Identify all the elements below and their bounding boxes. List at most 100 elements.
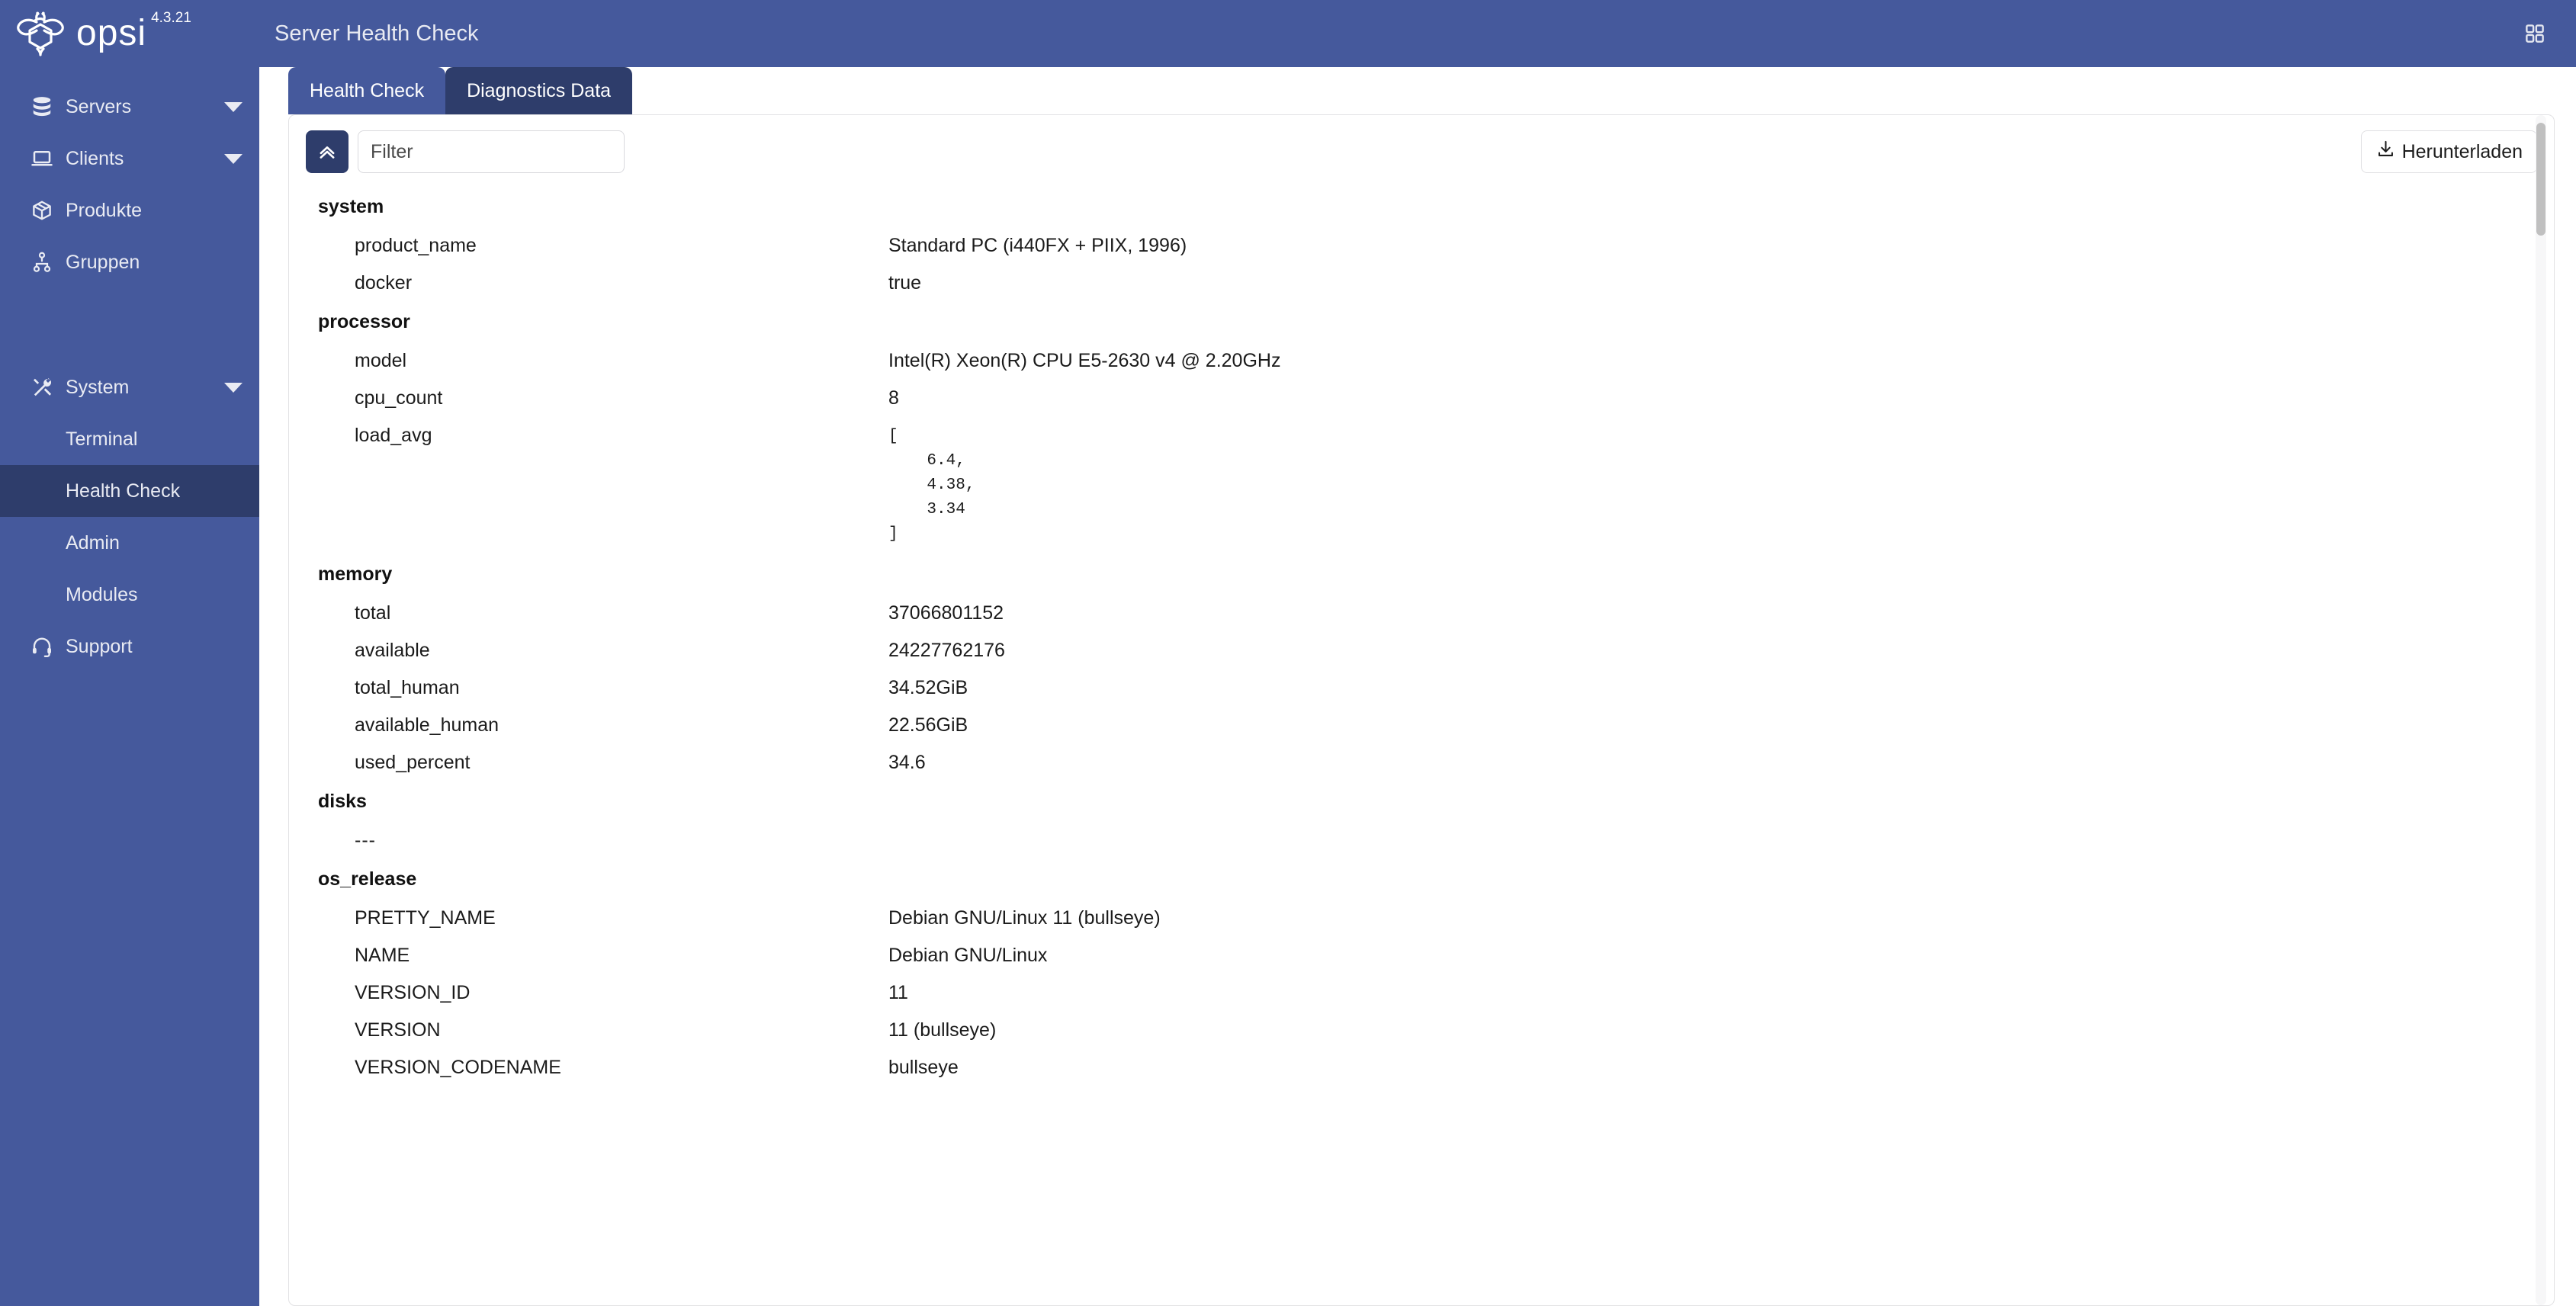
diagnostics-value: [ 6.4, 4.38, 3.34 ] xyxy=(888,428,975,543)
sidebar-item-clients[interactable]: Clients xyxy=(0,133,259,185)
diagnostics-key: available xyxy=(355,639,430,661)
sidebar-item-label: Servers xyxy=(66,95,132,117)
diagnostics-key: PRETTY_NAME xyxy=(355,906,496,929)
diagnostics-group-header: system xyxy=(318,196,384,217)
chevron-down-icon[interactable] xyxy=(224,382,243,393)
diagnostics-value: 22.56GiB xyxy=(888,714,968,736)
diagnostics-group-header: disks xyxy=(318,790,367,812)
diagnostics-row: total_human 34.52GiB xyxy=(306,669,2508,707)
bee-hexagon-logo-icon xyxy=(15,11,67,56)
diagnostics-value: 11 xyxy=(888,981,908,1003)
vertical-scrollbar-track[interactable] xyxy=(2536,115,2546,1305)
grid-apps-icon[interactable] xyxy=(2518,17,2552,50)
chevron-down-icon[interactable] xyxy=(224,153,243,164)
sidebar-item-label: Modules xyxy=(66,583,138,605)
diagnostics-row: total 37066801152 xyxy=(306,595,2508,632)
download-icon xyxy=(2375,139,2396,165)
vertical-scrollbar-thumb[interactable] xyxy=(2536,123,2545,236)
sidebar-nav: Servers Clients Produkte Gruppen System … xyxy=(0,67,259,1306)
diagnostics-row: model Intel(R) Xeon(R) CPU E5-2630 v4 @ 2… xyxy=(306,342,2508,380)
sitemap-icon xyxy=(29,249,55,275)
page-title: Server Health Check xyxy=(275,21,479,46)
sidebar-item-produkte[interactable]: Produkte xyxy=(0,185,259,236)
diagnostics-key: docker xyxy=(355,272,413,294)
sidebar-item-label: Support xyxy=(66,635,133,657)
tab-diagnostics-data[interactable]: Diagnostics Data xyxy=(445,67,633,114)
sidebar-item-label: Gruppen xyxy=(66,251,140,273)
filter-input[interactable] xyxy=(358,130,625,173)
diagnostics-key: VERSION_CODENAME xyxy=(355,1056,561,1078)
diagnostics-row: available 24227762176 xyxy=(306,632,2508,669)
download-button[interactable]: Herunterladen xyxy=(2360,130,2537,173)
diagnostics-key: load_avg xyxy=(355,425,432,446)
sidebar-item-label: System xyxy=(66,376,130,398)
diagnostics-key: cpu_count xyxy=(355,387,443,409)
panel-toolbar: Herunterladen xyxy=(289,115,2554,173)
diagnostics-key: used_percent xyxy=(355,751,471,773)
diagnostics-value: 24227762176 xyxy=(888,639,1005,661)
diagnostics-value: bullseye xyxy=(888,1056,959,1078)
diagnostics-value: Debian GNU/Linux 11 (bullseye) xyxy=(888,906,1161,929)
sidebar-item-label: Admin xyxy=(66,531,120,554)
chevron-down-icon[interactable] xyxy=(224,101,243,112)
diagnostics-key: VERSION_ID xyxy=(355,981,471,1003)
diagnostics-key: total xyxy=(355,602,391,624)
sidebar-item-terminal[interactable]: Terminal xyxy=(0,413,259,465)
diagnostics-value: Debian GNU/Linux xyxy=(888,944,1048,966)
main-content: Health Check Diagnostics Data Filter Her… xyxy=(259,67,2576,1306)
diagnostics-row: VERSION_CODENAME bullseye xyxy=(306,1049,2508,1086)
body-row: Servers Clients Produkte Gruppen System … xyxy=(0,67,2576,1306)
diagnostics-value: 34.6 xyxy=(888,751,926,773)
diagnostics-row: docker true xyxy=(306,265,2508,302)
diagnostics-group-header: os_release xyxy=(318,868,417,890)
diagnostics-key: product_name xyxy=(355,235,477,256)
diagnostics-key: model xyxy=(355,350,407,371)
diagnostics-row: available_human 22.56GiB xyxy=(306,707,2508,744)
app-root: opsi 4.3.21 Server Health Check Servers … xyxy=(0,0,2576,1306)
tab-label: Health Check xyxy=(310,79,425,101)
diagnostics-value: 37066801152 xyxy=(888,602,1004,624)
chevron-double-up-icon[interactable] xyxy=(306,130,348,173)
sidebar-item-support[interactable]: Support xyxy=(0,621,259,672)
diagnostics-row: cpu_count 8 xyxy=(306,380,2508,417)
diagnostics-row: PRETTY_NAME Debian GNU/Linux 11 (bullseye… xyxy=(306,900,2508,937)
diagnostics-value: Intel(R) Xeon(R) CPU E5-2630 v4 @ 2.20GH… xyxy=(888,350,1281,371)
sidebar-item-gruppen[interactable]: Gruppen xyxy=(0,236,259,288)
tab-health-check[interactable]: Health Check xyxy=(288,67,446,114)
sidebar-item-label: Clients xyxy=(66,147,124,169)
diagnostics-value: 34.52GiB xyxy=(888,676,968,698)
diagnostics-row: used_percent 34.6 xyxy=(306,744,2508,781)
diagnostics-group-header: processor xyxy=(318,311,410,332)
sidebar-item-system[interactable]: System xyxy=(0,361,259,413)
sidebar-item-servers[interactable]: Servers xyxy=(0,81,259,133)
diagnostics-value: 11 (bullseye) xyxy=(888,1019,997,1041)
diagnostics-key: total_human xyxy=(355,676,460,698)
brand-area[interactable]: opsi 4.3.21 xyxy=(0,0,259,67)
diagnostics-list: system product_name Standard PC (i440FX + … xyxy=(306,187,2508,1086)
tab-bar: Health Check Diagnostics Data xyxy=(259,67,2576,114)
sidebar-item-label: Produkte xyxy=(66,199,143,221)
sidebar-item-admin[interactable]: Admin xyxy=(0,517,259,569)
diagnostics-row: NAME Debian GNU/Linux xyxy=(306,937,2508,974)
box-icon xyxy=(29,197,55,223)
diagnostics-value: 8 xyxy=(888,387,899,409)
tab-label: Diagnostics Data xyxy=(467,79,612,101)
diagnostics-scroll-region[interactable]: system product_name Standard PC (i440FX + … xyxy=(289,173,2554,1305)
sidebar-item-health-check[interactable]: Health Check xyxy=(0,465,259,517)
diagnostics-group-header: memory xyxy=(318,563,393,585)
diagnostics-row: load_avg [ 6.4, 4.38, 3.34 ] xyxy=(306,417,2508,554)
diagnostics-empty-placeholder: --- xyxy=(355,829,376,851)
download-button-label: Herunterladen xyxy=(2401,140,2523,162)
sidebar-item-modules[interactable]: Modules xyxy=(0,569,259,621)
diagnostics-key: available_human xyxy=(355,714,499,736)
diagnostics-key: NAME xyxy=(355,944,410,966)
tools-icon xyxy=(29,374,55,400)
diagnostics-value: true xyxy=(888,272,922,294)
brand-version: 4.3.21 xyxy=(151,10,191,26)
top-header-bar: opsi 4.3.21 Server Health Check xyxy=(0,0,2576,67)
diagnostics-panel: Herunterladen system product_name Standard… xyxy=(288,114,2555,1306)
diagnostics-key: VERSION xyxy=(355,1019,441,1041)
database-icon xyxy=(29,94,55,120)
sidebar-item-label: Health Check xyxy=(66,480,181,502)
